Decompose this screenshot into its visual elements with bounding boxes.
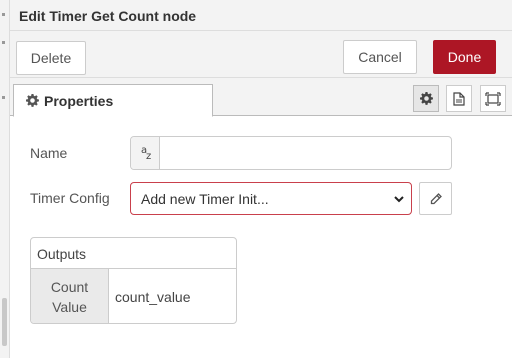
output-value: count_value (115, 288, 191, 305)
tab-settings[interactable] (413, 85, 439, 112)
edge-marker (2, 41, 5, 44)
description-document-icon (453, 91, 465, 106)
timer-config-label: Timer Config (30, 190, 110, 206)
timer-config-select[interactable]: Add new Timer Init... (130, 182, 412, 215)
tab-properties-label: Properties (44, 92, 114, 109)
name-prefix-z: z (146, 151, 152, 162)
tray-title: Edit Timer Get Count node (10, 0, 512, 31)
edge-marker (2, 96, 5, 99)
outputs-table: Outputs Count Value count_value (30, 237, 237, 324)
appearance-frame-icon (485, 91, 501, 106)
name-label: Name (30, 145, 68, 161)
tab-description[interactable] (446, 85, 472, 112)
output-key: Count Value (31, 269, 109, 323)
edit-timer-config-button[interactable] (419, 182, 452, 215)
tab-appearance[interactable] (480, 85, 506, 112)
cancel-button[interactable]: Cancel (343, 40, 417, 74)
tray-toolbar: Delete Cancel Done (10, 31, 512, 78)
table-row: Count Value count_value (31, 269, 236, 323)
timer-config-selected: Add new Timer Init... (141, 190, 269, 207)
left-edge-panel (0, 0, 10, 358)
outputs-header: Outputs (31, 238, 236, 269)
gear-icon (26, 94, 39, 107)
output-key-line1: Count (50, 279, 89, 295)
delete-button[interactable]: Delete (16, 41, 86, 75)
output-key-line2: Value (52, 299, 87, 315)
done-button[interactable]: Done (433, 40, 496, 74)
pencil-icon (430, 192, 442, 204)
name-input[interactable]: a z (130, 136, 452, 170)
name-type-icon: a z (131, 137, 160, 169)
tab-properties[interactable]: Properties (13, 84, 213, 117)
tab-bar: Properties (10, 78, 512, 117)
edge-marker (2, 13, 5, 16)
settings-gear-icon (419, 92, 433, 105)
edit-tray: Edit Timer Get Count node Delete Cancel … (10, 0, 512, 358)
edge-scrollbar[interactable] (2, 298, 7, 346)
chevron-down-icon (394, 196, 404, 203)
